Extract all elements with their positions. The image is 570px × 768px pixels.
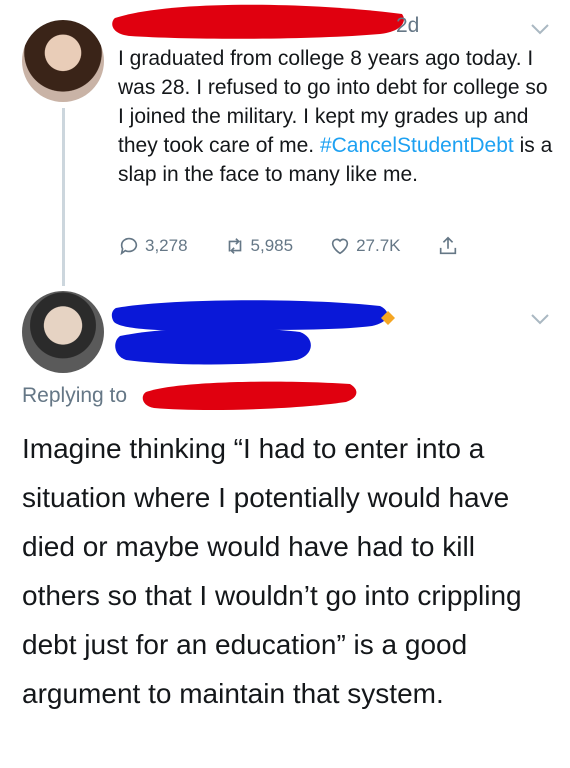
replier-avatar[interactable] [22, 291, 104, 373]
author-avatar[interactable] [22, 20, 104, 102]
retweet-action[interactable]: 5,985 [224, 235, 294, 257]
tweet-text: I graduated from college 8 years ago tod… [118, 47, 553, 186]
retweet-icon [228, 238, 241, 254]
comment-icon [120, 237, 138, 256]
reply-action[interactable]: 3,278 [118, 235, 188, 257]
orange-badge-icon [381, 311, 395, 325]
like-count: 27.7K [356, 236, 401, 255]
tweet-timestamp[interactable]: 2d [396, 14, 419, 38]
heart-icon [331, 238, 349, 255]
hashtag-link[interactable]: #CancelStudentDebt [320, 134, 514, 157]
tweet-actions: 3,278 5,985 27.7K [118, 232, 495, 260]
share-icon [439, 236, 456, 255]
chevron-down-icon[interactable] [530, 22, 550, 36]
like-action[interactable]: 27.7K [329, 235, 401, 257]
thread-connector [62, 108, 65, 286]
replying-to-handle-redaction [142, 381, 357, 410]
replier-name-redaction [111, 300, 388, 365]
chevron-down-icon[interactable] [530, 312, 550, 326]
reply-text: Imagine thinking “I had to enter into a … [22, 433, 522, 709]
replying-to-label: Replying to [22, 384, 128, 407]
author-name-redaction [112, 4, 404, 39]
share-action[interactable] [437, 235, 459, 257]
retweet-count: 5,985 [250, 236, 294, 255]
reply-count: 3,278 [145, 236, 188, 255]
